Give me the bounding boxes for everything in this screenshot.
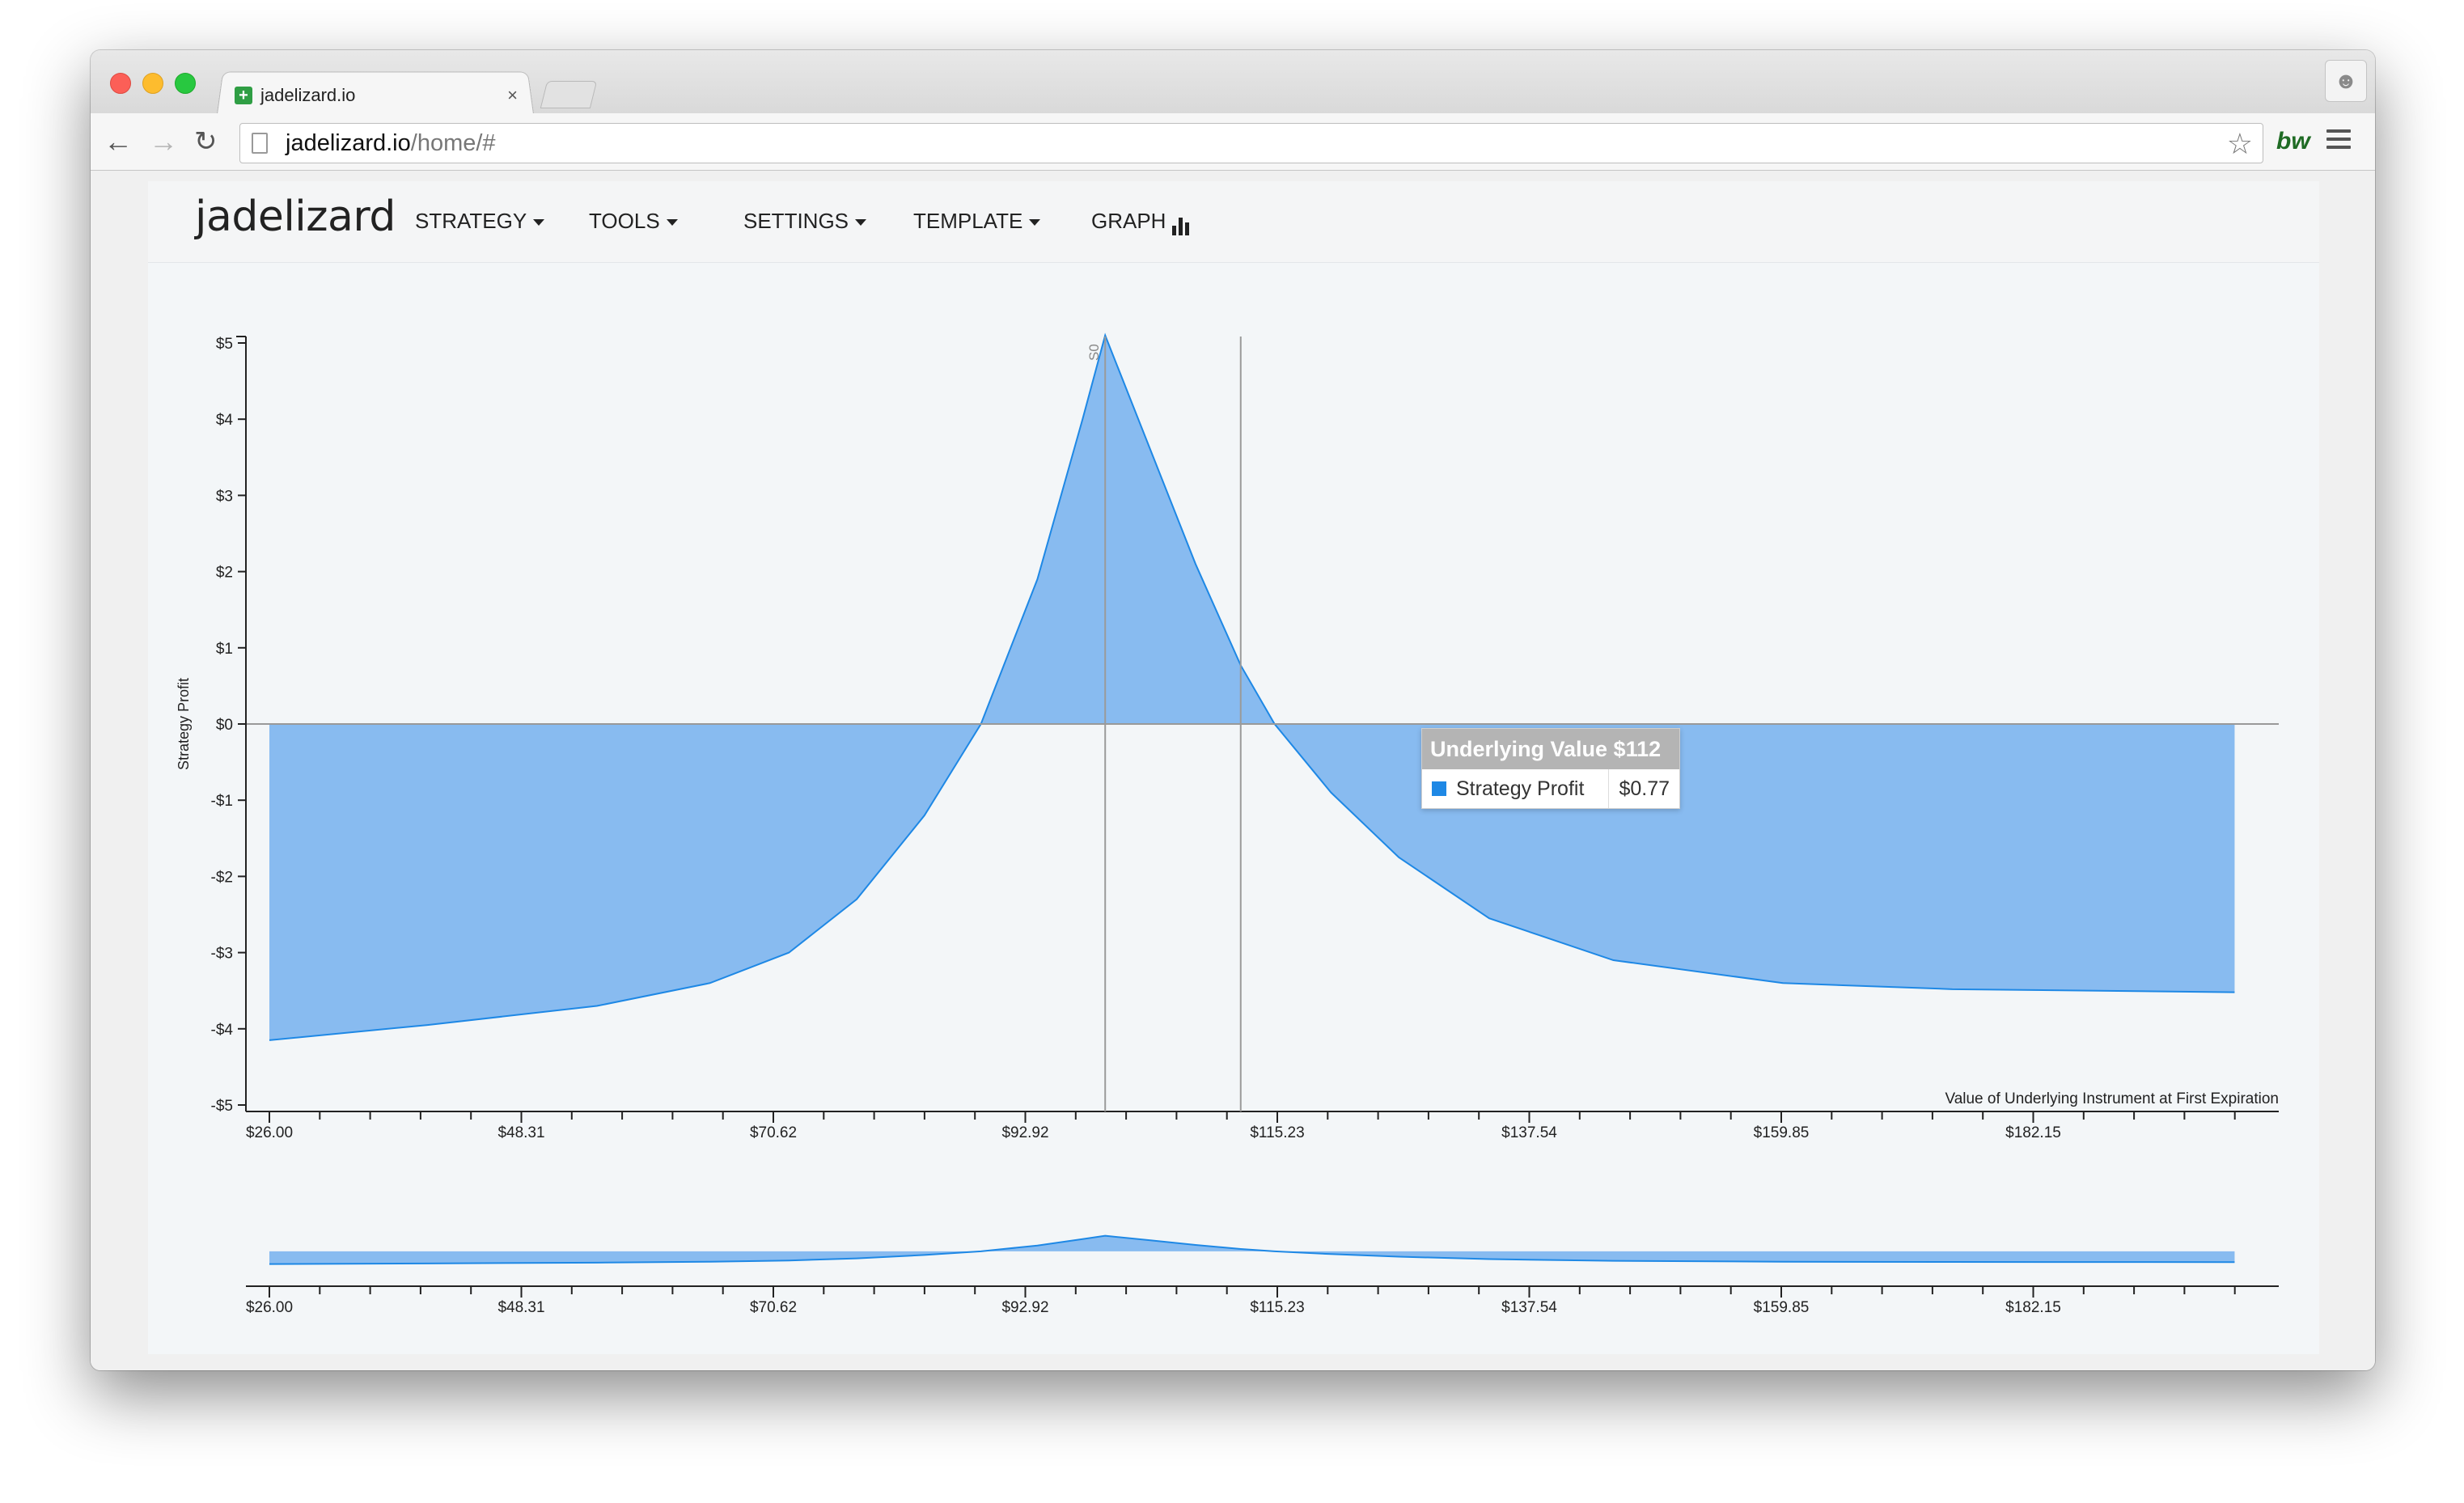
y-axis-label: Strategy Profit bbox=[176, 678, 192, 770]
y-tick-label: $2 bbox=[216, 565, 233, 582]
y-tick-label: $0 bbox=[216, 717, 233, 734]
profile-icon[interactable]: ☻ bbox=[2325, 60, 2367, 102]
page-icon bbox=[252, 133, 268, 154]
caret-down-icon bbox=[533, 219, 545, 227]
y-tick-label: -$2 bbox=[211, 869, 233, 886]
favicon-icon: + bbox=[235, 87, 252, 104]
spot-price-label: S0 bbox=[1086, 344, 1102, 361]
menu-graph[interactable]: GRAPH bbox=[1091, 209, 1192, 235]
caret-down-icon bbox=[666, 219, 678, 227]
menu-tools-label: TOOLS bbox=[589, 209, 660, 233]
context-tick-label: $92.92 bbox=[1001, 1299, 1048, 1316]
chart-tooltip: Underlying Value $112 Strategy Profit $0… bbox=[1421, 728, 1680, 809]
x-tick-label: $137.54 bbox=[1501, 1124, 1557, 1141]
x-tick-label: $182.15 bbox=[2005, 1124, 2061, 1141]
caret-down-icon bbox=[1029, 219, 1041, 227]
url-path: /home/# bbox=[410, 129, 496, 156]
title-bar: + jadelizard.io × ☻ bbox=[91, 50, 2375, 114]
zoom-window-button[interactable] bbox=[175, 73, 196, 94]
app-navbar: jadelizard STRATEGY TOOLS SETTINGS TEMPL… bbox=[148, 181, 2319, 263]
new-tab-button[interactable] bbox=[540, 81, 598, 108]
bookmark-star-icon[interactable]: ☆ bbox=[2227, 127, 2253, 161]
browser-window: + jadelizard.io × ☻ ← → ↻ jadelizard.io /… bbox=[91, 50, 2375, 1370]
y-tick-label: -$1 bbox=[211, 793, 233, 810]
y-tick-label: $5 bbox=[216, 336, 233, 353]
series-swatch bbox=[1432, 781, 1446, 796]
x-tick-label: $92.92 bbox=[1001, 1124, 1048, 1141]
url-host: jadelizard.io bbox=[286, 129, 411, 156]
tooltip-value: $0.77 bbox=[1619, 777, 1670, 800]
menu-strategy-label: STRATEGY bbox=[415, 209, 527, 233]
menu-template[interactable]: TEMPLATE bbox=[913, 209, 1041, 234]
app-container: jadelizard STRATEGY TOOLS SETTINGS TEMPL… bbox=[148, 181, 2319, 1354]
context-tick-label: $182.15 bbox=[2005, 1299, 2061, 1316]
x-tick-label: $48.31 bbox=[497, 1124, 544, 1141]
y-tick-label: -$5 bbox=[211, 1098, 233, 1115]
menu-settings-label: SETTINGS bbox=[743, 209, 849, 233]
y-tick-label: -$3 bbox=[211, 946, 233, 963]
close-window-button[interactable] bbox=[110, 73, 131, 94]
brand-logo[interactable]: jadelizard bbox=[195, 193, 396, 241]
x-tick-label: $115.23 bbox=[1250, 1124, 1304, 1141]
tab-close-icon[interactable]: × bbox=[507, 85, 518, 106]
y-tick-label: -$4 bbox=[211, 1022, 234, 1039]
context-tick-label: $115.23 bbox=[1250, 1299, 1304, 1316]
context-tick-label: $137.54 bbox=[1501, 1299, 1557, 1316]
address-bar[interactable]: jadelizard.io/home/# ☆ bbox=[239, 123, 2263, 163]
menu-template-label: TEMPLATE bbox=[913, 209, 1023, 233]
extension-icon[interactable]: bw bbox=[2276, 128, 2310, 155]
menu-settings[interactable]: SETTINGS bbox=[743, 209, 867, 234]
browser-toolbar: ← → ↻ jadelizard.io/home/# ☆ bw bbox=[91, 113, 2375, 171]
tooltip-series-label: Strategy Profit bbox=[1456, 769, 1610, 808]
hamburger-menu-icon[interactable] bbox=[2326, 129, 2351, 154]
tooltip-row: Strategy Profit $0.77 bbox=[1422, 769, 1679, 808]
browser-tab-content[interactable]: + jadelizard.io × bbox=[235, 81, 518, 110]
context-tick-label: $159.85 bbox=[1754, 1299, 1810, 1316]
bar-chart-icon bbox=[1172, 210, 1192, 235]
x-axis-label: Value of Underlying Instrument at First … bbox=[1945, 1090, 2279, 1107]
x-tick-label: $159.85 bbox=[1754, 1124, 1810, 1141]
menu-tools[interactable]: TOOLS bbox=[589, 209, 678, 234]
reload-icon[interactable]: ↻ bbox=[194, 123, 218, 160]
y-tick-label: $4 bbox=[216, 412, 234, 429]
back-arrow-icon[interactable]: ← bbox=[104, 123, 133, 160]
forward-arrow-icon[interactable]: → bbox=[149, 123, 178, 160]
x-tick-label: $70.62 bbox=[750, 1124, 797, 1141]
tooltip-title: Underlying Value $112 bbox=[1422, 729, 1679, 769]
y-tick-label: $1 bbox=[216, 641, 233, 658]
context-tick-label: $48.31 bbox=[497, 1299, 544, 1316]
context-tick-label: $70.62 bbox=[750, 1299, 797, 1316]
x-tick-label: $26.00 bbox=[246, 1124, 293, 1141]
profit-chart[interactable]: $5 $4 $3 $2 $1 $0 -$1 -$2 -$3 -$4 -$5 Strategy Prof… bbox=[148, 262, 2319, 1354]
context-tick-label: $26.00 bbox=[246, 1299, 293, 1316]
y-tick-label: $3 bbox=[216, 488, 233, 505]
caret-down-icon bbox=[855, 219, 867, 227]
page-viewport: jadelizard STRATEGY TOOLS SETTINGS TEMPL… bbox=[91, 171, 2375, 1370]
menu-graph-label: GRAPH bbox=[1091, 209, 1166, 233]
minimize-window-button[interactable] bbox=[142, 73, 163, 94]
tab-title: jadelizard.io bbox=[260, 85, 356, 105]
profit-area bbox=[269, 335, 2235, 1040]
menu-strategy[interactable]: STRATEGY bbox=[415, 209, 545, 234]
